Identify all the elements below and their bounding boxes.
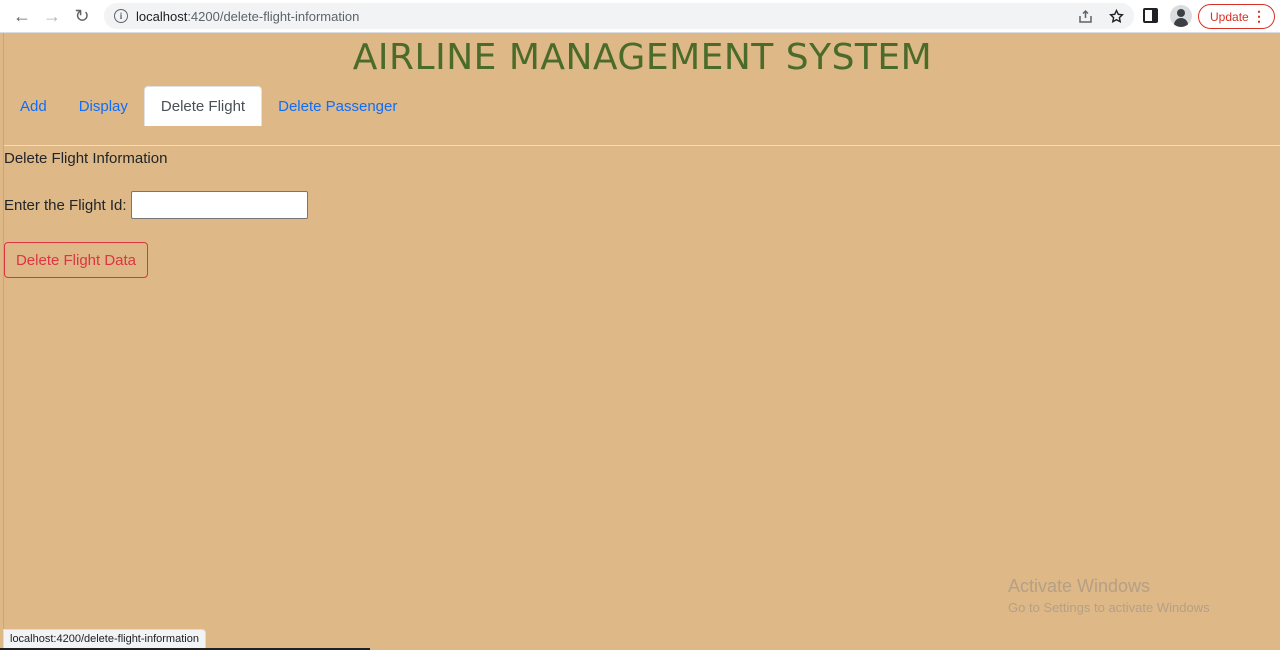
update-button[interactable]: Update ⋮ (1198, 4, 1275, 29)
delete-flight-data-button[interactable]: Delete Flight Data (4, 242, 148, 278)
tab-delete-flight[interactable]: Delete Flight (143, 86, 263, 126)
browser-toolbar: ← → ↻ i localhost:4200/delete-flight-inf… (0, 0, 1280, 33)
url-host: localhost (136, 8, 188, 24)
divider (4, 145, 1280, 146)
url-path: :4200/delete-flight-information (187, 8, 360, 24)
star-icon[interactable] (1109, 8, 1124, 24)
nav-tabs: Add Display Delete Flight Delete Passeng… (4, 86, 413, 126)
profile-avatar-icon[interactable] (1170, 5, 1192, 27)
info-icon[interactable]: i (114, 9, 128, 23)
flight-id-input[interactable] (130, 191, 308, 219)
tab-add[interactable]: Add (4, 86, 63, 126)
flight-id-row: Enter the Flight Id: (4, 191, 308, 219)
status-bar: localhost:4200/delete-flight-information (3, 629, 206, 649)
section-heading: Delete Flight Information (4, 150, 168, 167)
reload-icon[interactable]: ↻ (69, 3, 95, 29)
forward-arrow-icon[interactable]: → (39, 3, 65, 29)
address-bar[interactable]: i localhost:4200/delete-flight-informati… (104, 3, 1134, 29)
page-title: AIRLINE MANAGEMENT SYSTEM (352, 37, 933, 78)
menu-dots-icon[interactable]: ⋮ (1252, 9, 1266, 23)
back-arrow-icon[interactable]: ← (9, 3, 35, 29)
watermark-title: Activate Windows (1008, 576, 1151, 596)
url-text[interactable]: localhost:4200/delete-flight-information (136, 9, 359, 24)
side-panel-icon[interactable] (1143, 8, 1158, 23)
watermark-subtitle: Go to Settings to activate Windows (1008, 600, 1210, 615)
flight-id-label: Enter the Flight Id: (4, 196, 127, 214)
activate-windows-watermark: Activate Windows Go to Settings to activ… (1008, 576, 1210, 615)
tab-delete-passenger[interactable]: Delete Passenger (262, 86, 413, 126)
update-label: Update (1210, 9, 1249, 24)
share-icon[interactable] (1078, 9, 1093, 24)
tab-display[interactable]: Display (63, 86, 144, 126)
page-content: AIRLINE MANAGEMENT SYSTEM Add Display De… (3, 33, 1280, 650)
